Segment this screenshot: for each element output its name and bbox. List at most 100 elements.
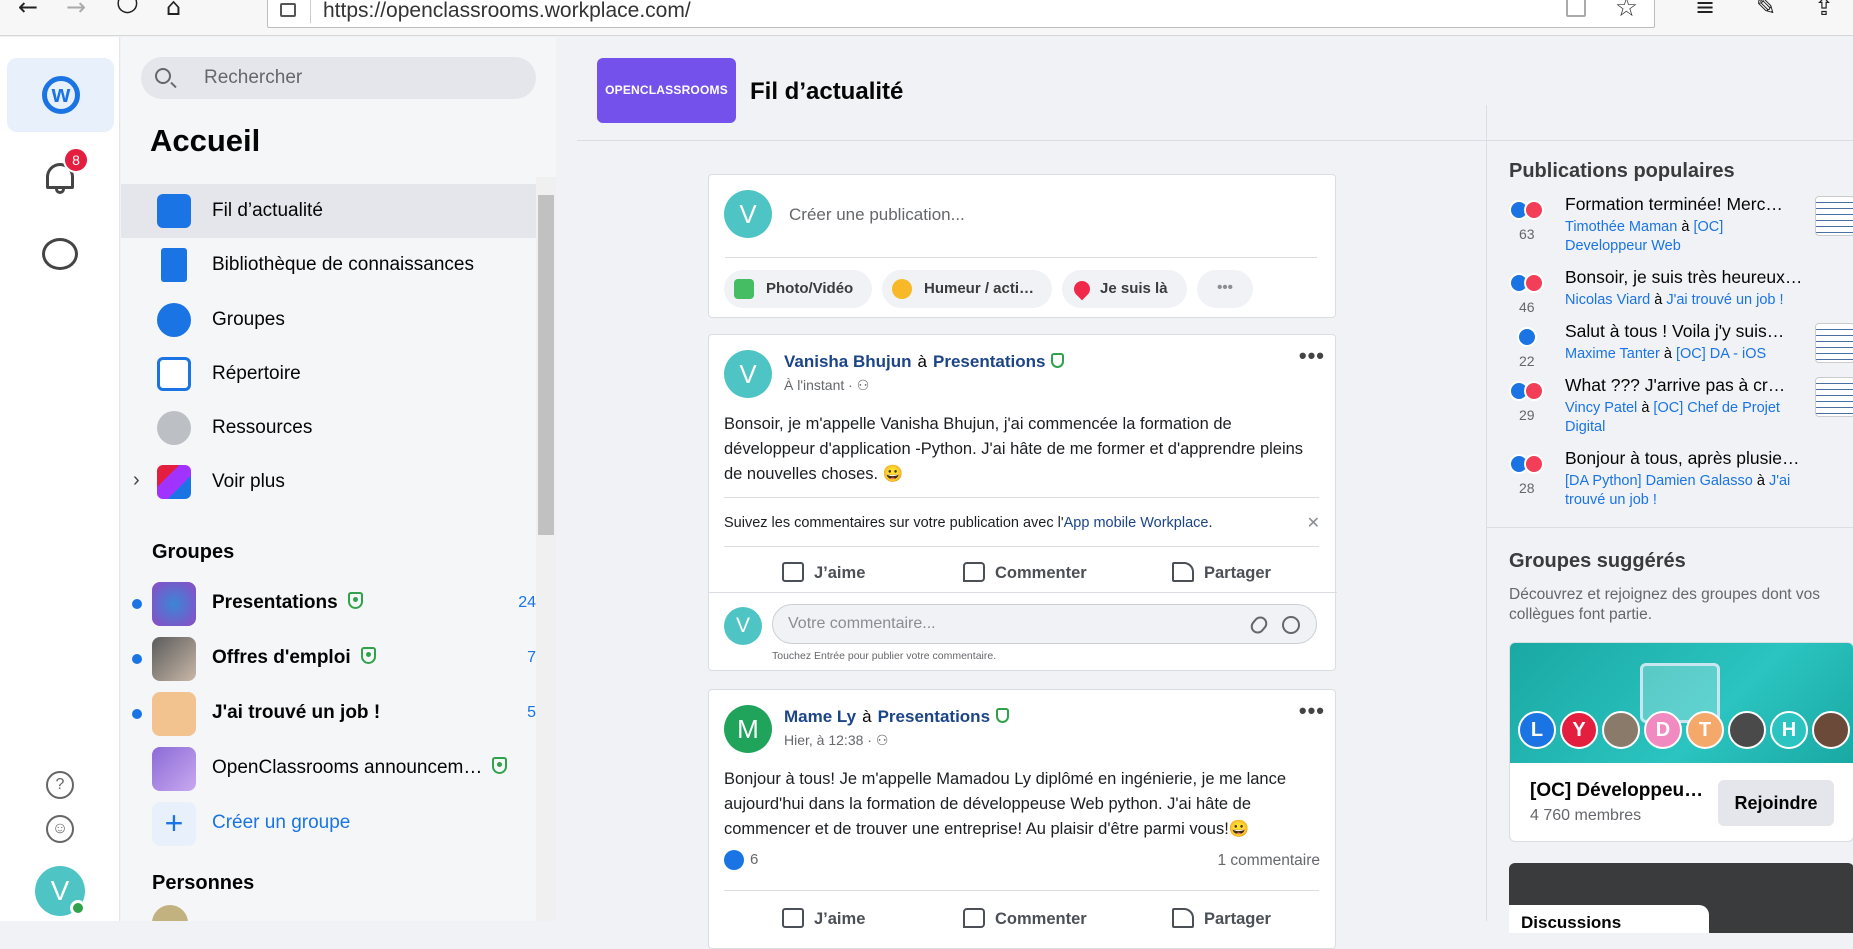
- home-icon[interactable]: ⌂: [166, 0, 181, 22]
- create-group-button[interactable]: + Créer un groupe: [121, 798, 536, 850]
- nav-item-news-feed[interactable]: Fil d’actualité: [121, 184, 536, 238]
- favorites-list-icon[interactable]: ≡: [1695, 0, 1715, 22]
- suggested-group-card[interactable]: L Y D T H [OC] Développeu… 4 760 membres…: [1509, 642, 1853, 842]
- close-icon[interactable]: ✕: [1307, 513, 1320, 533]
- author-name[interactable]: Mame Ly: [784, 707, 856, 726]
- nav-item-groups[interactable]: Groupes: [121, 293, 536, 347]
- pen-icon[interactable]: ✎: [1756, 0, 1776, 22]
- post-card: V Vanisha Bhujun à Presentations À l'insta…: [708, 334, 1337, 671]
- reaction-count: 29: [1519, 407, 1535, 423]
- reaction-count: 63: [1519, 226, 1535, 242]
- openclassrooms-logo[interactable]: OPENCLASSROOMS: [597, 58, 736, 123]
- post-time: Hier, à 12:38 · ⚇: [784, 732, 889, 748]
- popular-post[interactable]: 63 Formation terminée! Merc… Timothée Ma…: [1509, 194, 1853, 264]
- nav-item-label: Voir plus: [212, 471, 285, 492]
- online-status-dot: [70, 900, 86, 916]
- person-avatar[interactable]: [152, 905, 188, 921]
- reactions: [1509, 454, 1549, 474]
- divider: [709, 592, 1337, 593]
- group-item[interactable]: Offres d'emploi 7: [121, 633, 536, 685]
- member-count: 4 760 membres: [1530, 807, 1642, 824]
- favorite-star-icon[interactable]: ☆: [1615, 0, 1638, 23]
- comment-hint: Touchez Entrée pour publier votre commen…: [772, 650, 997, 662]
- member-avatar: H: [1770, 711, 1808, 749]
- emoji-icon: [892, 279, 912, 299]
- group-link[interactable]: Presentations: [933, 352, 1045, 371]
- feed-title: Fil d’actualité: [750, 78, 904, 105]
- create-post-input[interactable]: Créer une publication...: [789, 205, 965, 225]
- divider: [724, 546, 1319, 547]
- book-icon: [161, 248, 187, 282]
- reading-view-icon[interactable]: [1566, 0, 1586, 17]
- unread-dot: [132, 599, 142, 609]
- more-options-button[interactable]: •••: [1197, 270, 1253, 308]
- group-item[interactable]: OpenClassrooms announcem…: [121, 743, 536, 795]
- reaction-count: 46: [1519, 299, 1535, 315]
- comment-icon: [963, 562, 985, 582]
- group-item[interactable]: Presentations 24: [121, 578, 536, 630]
- workplace-home-button[interactable]: w: [7, 58, 114, 132]
- scrollbar-thumb[interactable]: [538, 195, 554, 535]
- search-input[interactable]: Rechercher: [141, 57, 536, 99]
- action-label: Partager: [1204, 910, 1271, 928]
- popular-post[interactable]: 28 Bonjour à tous, après plusieurs … [DA…: [1509, 448, 1853, 518]
- author-avatar[interactable]: M: [724, 705, 772, 753]
- connector: à: [862, 707, 872, 726]
- group-link[interactable]: Presentations: [878, 707, 990, 726]
- comment-placeholder: Votre commentaire...: [788, 615, 936, 632]
- post-time: À l'instant · ⚇: [784, 377, 870, 393]
- reactions: [1509, 273, 1549, 293]
- member-avatar: [1728, 711, 1766, 749]
- comment-input[interactable]: Votre commentaire...: [772, 604, 1317, 644]
- popular-post[interactable]: 29 What ??? J'arrive pas à cr… Vincy Pat…: [1509, 375, 1853, 445]
- chat-icon[interactable]: [42, 238, 78, 270]
- nav-item-label: Répertoire: [212, 363, 301, 384]
- nav-scrollbar[interactable]: [536, 177, 556, 921]
- author-name[interactable]: Vanisha Bhujun: [784, 352, 912, 371]
- post-thumbnail: [1815, 196, 1853, 236]
- action-label: Commenter: [995, 910, 1087, 928]
- nav-item-label: Fil d’actualité: [212, 200, 323, 221]
- reactions: [1509, 327, 1549, 347]
- nav-item-directory[interactable]: Répertoire: [121, 347, 536, 401]
- like-count[interactable]: 6: [724, 850, 758, 870]
- address-bar[interactable]: https://openclassrooms.workplace.com/ ☆: [267, 0, 1655, 28]
- divider: [310, 0, 311, 23]
- forward-icon[interactable]: →: [66, 0, 86, 22]
- discussions-card[interactable]: Discussions: [1509, 863, 1853, 933]
- verified-shield-icon: [1051, 353, 1065, 369]
- groups-heading: Groupes: [152, 541, 235, 563]
- post-options-icon[interactable]: •••: [1299, 343, 1325, 369]
- workplace-app-link[interactable]: App mobile Workplace: [1064, 515, 1209, 531]
- back-icon[interactable]: ←: [18, 0, 38, 22]
- group-item[interactable]: J'ai trouvé un job ! 5: [121, 688, 536, 740]
- reactions: [1509, 200, 1549, 220]
- member-avatar: Y: [1560, 711, 1598, 749]
- group-name: Presentations: [212, 592, 363, 614]
- post-options-icon[interactable]: •••: [1299, 698, 1325, 724]
- group-unread-count: 7: [527, 649, 536, 666]
- nav-item-see-more[interactable]: › Voir plus: [121, 455, 536, 509]
- search-icon: [155, 68, 171, 84]
- action-label: J’aime: [814, 564, 866, 582]
- feedback-smile-icon[interactable]: ☺: [46, 815, 74, 843]
- check-in-button[interactable]: Je suis là: [1062, 270, 1187, 308]
- join-group-button[interactable]: Rejoindre: [1718, 780, 1834, 826]
- share-icon[interactable]: ⇪: [1814, 0, 1834, 22]
- author-avatar[interactable]: V: [724, 350, 772, 398]
- emoji-icon[interactable]: [1282, 616, 1300, 634]
- attachment-icon[interactable]: [1247, 613, 1271, 637]
- comment-count[interactable]: 1 commentaire: [1217, 852, 1320, 870]
- directory-icon: [157, 357, 191, 391]
- feeling-activity-button[interactable]: Humeur / acti…: [882, 270, 1052, 308]
- verified-shield-icon: [492, 757, 508, 775]
- page-title: Accueil: [150, 123, 261, 158]
- help-icon[interactable]: ?: [46, 771, 74, 799]
- nav-item-knowledge-library[interactable]: Bibliothèque de connaissances: [121, 238, 536, 292]
- like-reaction-icon: [1517, 327, 1537, 347]
- refresh-icon[interactable]: ○: [116, 0, 139, 17]
- photo-video-button[interactable]: Photo/Vidéo: [724, 270, 872, 308]
- popular-post-title: Bonsoir, je suis très heureux de …: [1565, 267, 1805, 287]
- nav-item-resources[interactable]: Ressources: [121, 401, 536, 455]
- group-thumbnail: [152, 582, 196, 626]
